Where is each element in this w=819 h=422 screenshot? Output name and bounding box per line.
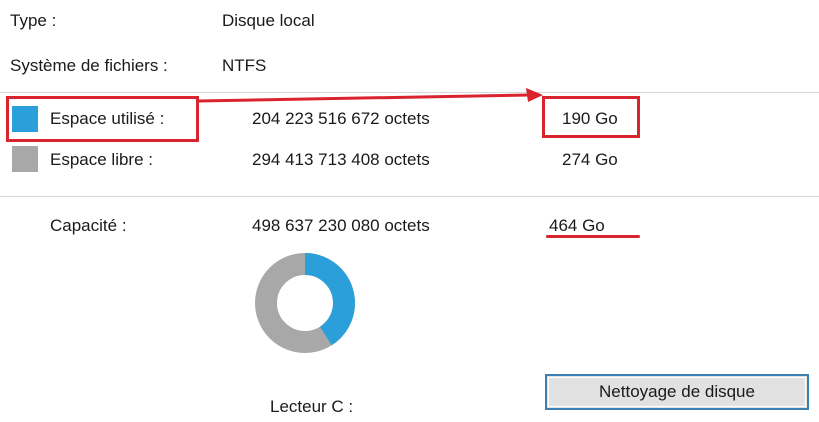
drive-label: Lecteur C :: [270, 397, 354, 416]
annotation-underline-capacity: [546, 235, 640, 238]
disk-cleanup-button[interactable]: Nettoyage de disque: [545, 374, 809, 410]
filesystem-value: NTFS: [222, 56, 267, 75]
free-space-color-swatch: [12, 146, 38, 172]
used-space-bytes: 204 223 516 672 octets: [252, 109, 430, 128]
filesystem-label: Système de fichiers :: [10, 56, 168, 75]
type-value: Disque local: [222, 11, 315, 30]
annotation-arrow: [198, 88, 543, 103]
capacity-size: 464 Go: [549, 216, 605, 235]
capacity-label: Capacité :: [50, 216, 127, 235]
separator-bottom: [0, 196, 819, 197]
annotation-box-used-label: [6, 96, 199, 142]
drive-usage-donut: [255, 253, 355, 353]
free-space-bytes: 294 413 713 408 octets: [252, 150, 430, 169]
type-label: Type :: [10, 11, 57, 30]
capacity-bytes: 498 637 230 080 octets: [252, 216, 430, 235]
free-space-label: Espace libre :: [50, 150, 153, 169]
free-space-size: 274 Go: [562, 150, 618, 169]
annotation-box-used-size: [542, 96, 640, 138]
